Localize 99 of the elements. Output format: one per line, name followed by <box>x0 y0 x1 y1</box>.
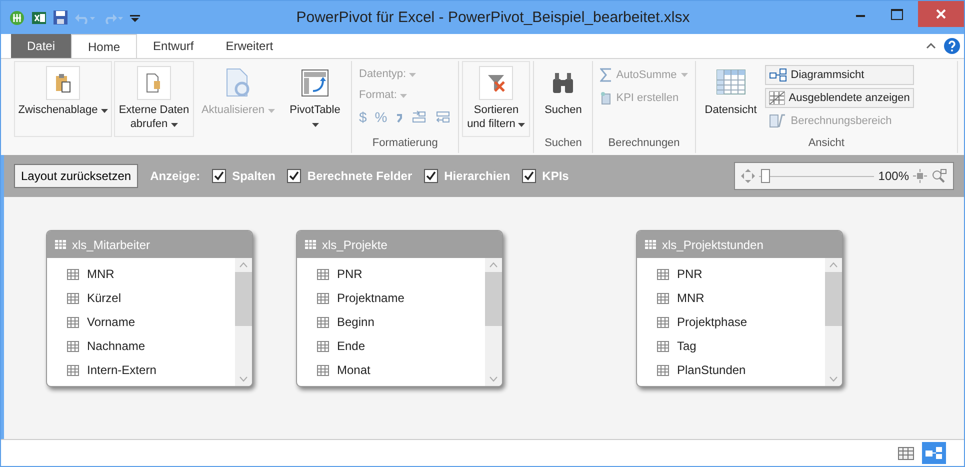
column-name[interactable]: Ende <box>337 339 366 353</box>
table-title: xls_Projekte <box>322 238 388 252</box>
column-icon <box>67 364 79 376</box>
ribbon-button[interactable]: PivotTable <box>282 61 348 137</box>
table-card[interactable]: xls_Projekte PNR Projektname Beginn Ende Monat <box>296 230 503 387</box>
column-icon <box>317 340 329 352</box>
table-title: xls_Mitarbeiter <box>72 238 150 252</box>
table-card[interactable]: xls_Mitarbeiter MNR Kürzel Vorname Nachname Intern-Extern <box>46 230 253 387</box>
ribbon-small-button[interactable]: Diagrammsicht <box>764 65 914 85</box>
clipboard-icon <box>55 73 71 93</box>
hidden-grid-icon <box>768 91 785 105</box>
zoom-slider[interactable] <box>759 169 874 183</box>
function-icon <box>768 114 787 128</box>
column-name[interactable]: PNR <box>337 267 362 281</box>
column-name[interactable]: MNR <box>87 267 114 281</box>
ribbon-button[interactable]: Zwischenablage <box>14 61 112 137</box>
customize-menu-icon[interactable] <box>130 12 140 22</box>
app-icon <box>9 10 25 26</box>
group-label: Ansicht <box>807 137 846 151</box>
column-icon <box>317 268 329 280</box>
column-name[interactable]: MNR <box>677 291 704 305</box>
checkbox[interactable] <box>287 169 302 183</box>
checkbox[interactable] <box>212 169 226 183</box>
pan-icon[interactable] <box>741 169 755 183</box>
slider-thumb[interactable] <box>761 169 770 183</box>
diagram-view-button[interactable] <box>922 442 946 464</box>
maximize-icon <box>891 8 903 20</box>
ribbon-small-button[interactable]: Ausgeblendete anzeigen <box>764 88 914 108</box>
document-icon <box>146 73 162 93</box>
column-name[interactable]: Projektphase <box>677 315 748 329</box>
checkbox-label: Hierarchien <box>444 169 510 183</box>
scrollbar[interactable] <box>235 258 252 386</box>
column-icon <box>657 268 669 280</box>
sigma-icon <box>600 68 612 82</box>
caret-icon <box>409 73 416 77</box>
column-name[interactable]: Intern-Extern <box>87 363 156 377</box>
column-name[interactable]: PNR <box>677 267 702 281</box>
ribbon-button[interactable]: Datensicht <box>698 61 763 137</box>
scrollbar[interactable] <box>485 258 502 386</box>
column-icon <box>67 292 79 304</box>
column-name[interactable]: Tag <box>677 339 696 353</box>
checkbox-label: Berechnete Felder <box>307 169 412 183</box>
fit-icon[interactable] <box>913 169 927 183</box>
column-name[interactable]: Monat <box>337 363 370 377</box>
filter-clear-icon <box>486 73 506 93</box>
reset-layout-button[interactable]: Layout zurücksetzen <box>14 164 138 188</box>
column-name[interactable]: PlanStunden <box>677 363 746 377</box>
column-icon <box>317 292 329 304</box>
column-icon <box>657 340 669 352</box>
decrease-decimal-icon[interactable] <box>435 110 452 124</box>
column-icon <box>67 340 79 352</box>
table-icon <box>55 240 66 249</box>
column-icon <box>317 316 329 328</box>
close-button[interactable] <box>918 1 964 27</box>
column-icon <box>657 292 669 304</box>
column-name[interactable]: Beginn <box>337 315 374 329</box>
binoculars-icon <box>551 71 576 95</box>
column-icon <box>657 364 669 376</box>
scrollbar[interactable] <box>825 258 842 386</box>
checkbox-label: KPIs <box>542 169 569 183</box>
kpi-icon <box>600 91 612 105</box>
group-label: Formatierung <box>371 137 439 151</box>
pivot-table-icon <box>301 69 329 97</box>
table-icon <box>305 240 316 249</box>
table-title: xls_Projektstunden <box>662 238 764 252</box>
spreadsheet-icon[interactable] <box>31 10 47 26</box>
column-icon <box>657 316 669 328</box>
column-name[interactable]: Projektname <box>337 291 404 305</box>
table-card[interactable]: xls_Projektstunden PNR MNR Projektphase Tag PlanStunden <box>636 230 843 387</box>
table-icon <box>645 240 656 249</box>
group-label: Suchen <box>544 137 583 151</box>
caret-icon <box>400 94 407 98</box>
comma-style-icon[interactable] <box>395 111 404 123</box>
file-tab[interactable]: Datei <box>11 34 72 58</box>
collapse-ribbon-icon[interactable] <box>926 43 936 49</box>
checkbox[interactable] <box>522 169 536 183</box>
increase-decimal-icon[interactable] <box>411 110 428 124</box>
column-name[interactable]: Vorname <box>87 315 136 329</box>
column-name[interactable]: Nachname <box>87 339 146 353</box>
diagram-icon <box>768 68 787 82</box>
checkbox-label: Spalten <box>232 169 276 183</box>
refresh-document-icon <box>225 68 251 98</box>
zoom-icon[interactable] <box>931 169 947 183</box>
ribbon-button[interactable]: Externe Daten abrufen <box>114 61 194 137</box>
save-icon[interactable] <box>53 10 68 25</box>
column-icon <box>67 268 79 280</box>
window-title: PowerPivot für Excel - PowerPivot_Beispiel_bearbeitet.xlsx <box>295 9 691 26</box>
column-name[interactable]: Kürzel <box>87 291 122 305</box>
ribbon-button[interactable]: Suchen <box>537 61 590 137</box>
ribbon-button[interactable]: Sortieren und filtern <box>462 61 530 137</box>
column-icon <box>317 364 329 376</box>
column-icon <box>67 316 79 328</box>
checkbox[interactable] <box>424 169 438 183</box>
close-icon <box>936 9 946 19</box>
ribbon-tab[interactable]: Home <box>71 34 138 58</box>
group-label: Berechnungen <box>607 137 681 151</box>
help-icon[interactable] <box>944 38 960 54</box>
zoom-percentage: 100% <box>878 169 909 183</box>
display-label: Anzeige: <box>150 169 200 183</box>
